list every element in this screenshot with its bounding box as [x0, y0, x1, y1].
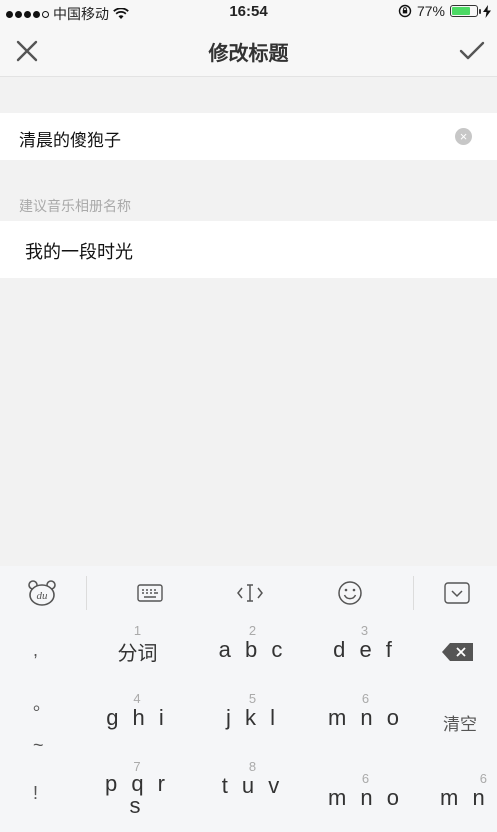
key-pqrs[interactable]: 7 p q r s: [97, 760, 177, 817]
page-title: 修改标题: [208, 43, 289, 65]
svg-text:du: du: [37, 590, 49, 602]
key-partial[interactable]: 6 m n: [440, 772, 497, 811]
symbol-key-period[interactable]: 。: [33, 690, 51, 716]
charging-icon: [483, 4, 491, 18]
key-def[interactable]: 3 d e f: [322, 624, 407, 663]
du-bear-icon: du: [28, 580, 56, 606]
symbol-key-tilde[interactable]: ~: [33, 735, 44, 756]
keyboard-icon: [137, 584, 163, 602]
suggestion-item[interactable]: 我的一段时光: [0, 221, 497, 278]
hide-keyboard-button[interactable]: [440, 576, 474, 610]
clear-key[interactable]: 清空: [436, 710, 484, 735]
battery-icon: [450, 5, 481, 17]
key-tuv[interactable]: 8 t u v: [210, 760, 295, 799]
smiley-icon: [338, 581, 362, 605]
key-mno-row3[interactable]: 6 m n o: [318, 772, 413, 811]
backspace-icon: [442, 643, 473, 661]
cursor-icon: [237, 584, 263, 602]
key-ghi[interactable]: 4 g h i: [97, 692, 177, 731]
status-bar: 中国移动 16:54 77%: [0, 0, 497, 24]
chevron-down-icon: [444, 582, 470, 604]
emoji-button[interactable]: [333, 576, 367, 610]
keyboard-toolbar: du: [0, 566, 497, 618]
nav-bar: 修改标题: [0, 24, 497, 77]
backspace-key[interactable]: [438, 642, 478, 667]
title-input[interactable]: 清晨的傻狍子 ×: [0, 113, 497, 160]
symbol-key-comma[interactable]: ,: [33, 640, 38, 661]
key-mno[interactable]: 6 m n o: [318, 692, 413, 731]
clear-input-icon[interactable]: ×: [455, 128, 472, 145]
symbol-key-exclaim[interactable]: !: [33, 783, 38, 804]
key-abc[interactable]: 2 a b c: [210, 624, 295, 663]
key-fenci[interactable]: 1 分词: [100, 624, 175, 666]
rotation-lock-icon: [398, 4, 412, 18]
check-icon: [459, 41, 485, 60]
suggestion-item-label: 我的一段时光: [25, 242, 133, 262]
keyboard-switch-button[interactable]: [133, 576, 167, 610]
du-logo-button[interactable]: du: [25, 576, 59, 610]
status-right: 77%: [398, 3, 491, 19]
title-input-value: 清晨的傻狍子: [19, 131, 121, 150]
battery-percent: 77%: [416, 3, 445, 19]
key-jkl[interactable]: 5 j k l: [210, 692, 295, 731]
keyboard: , 。 ~ ! 1 分词 2 a b c 3 d e f 4 g h i 5 j…: [0, 618, 497, 832]
suggestion-hint: 建议音乐相册名称: [19, 198, 131, 214]
confirm-button[interactable]: [455, 34, 489, 68]
cursor-move-button[interactable]: [233, 576, 267, 610]
